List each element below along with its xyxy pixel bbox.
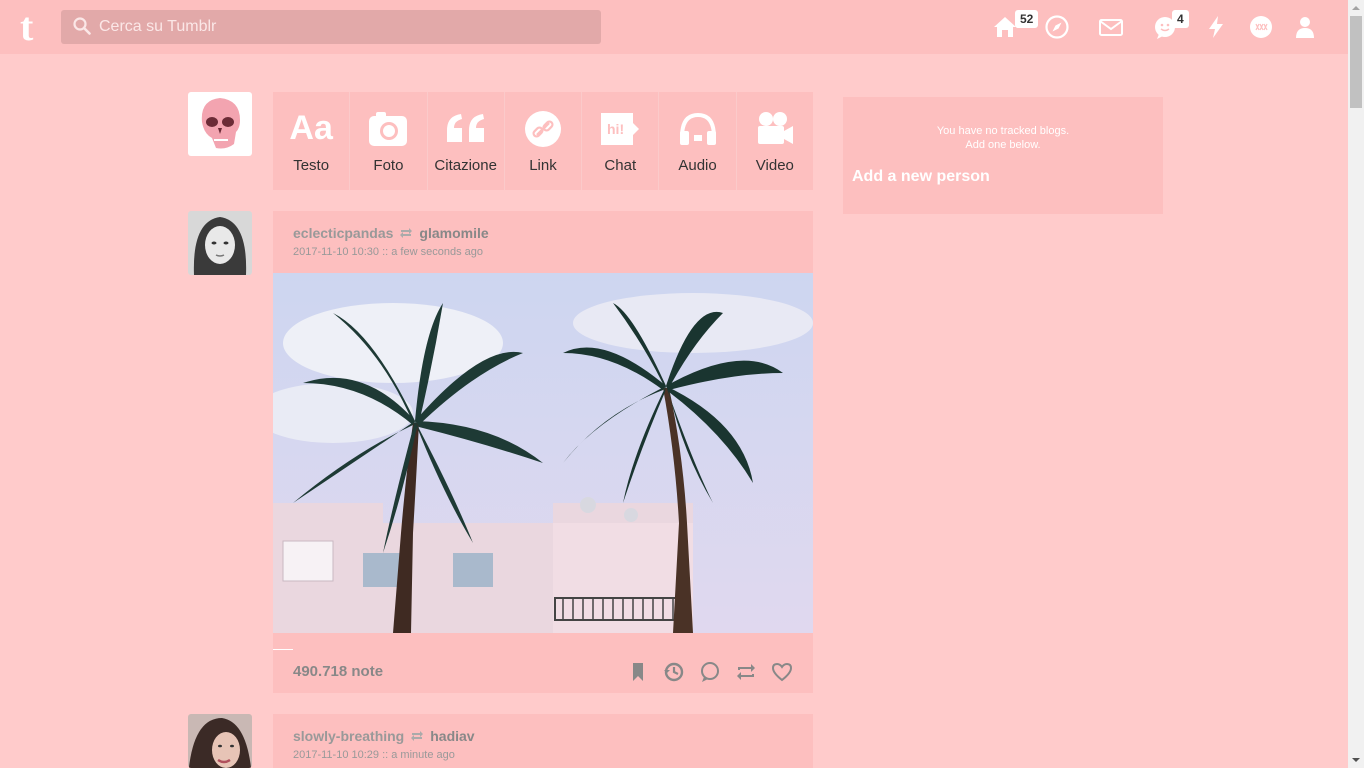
compose-link-label: Link xyxy=(529,156,557,174)
messaging-badge: 4 xyxy=(1172,10,1189,28)
compose-video-button[interactable]: Video xyxy=(737,92,813,190)
compose-text-label: Testo xyxy=(293,156,330,174)
mail-icon[interactable] xyxy=(1098,14,1124,40)
page-scrollbar[interactable] xyxy=(1348,0,1364,768)
tumblr-logo[interactable]: t xyxy=(20,7,44,47)
chat-icon: hi! xyxy=(599,109,641,149)
compass-icon[interactable] xyxy=(1044,14,1070,40)
svg-text:hi!: hi! xyxy=(607,121,624,137)
compose-link-button[interactable]: Link xyxy=(505,92,583,190)
reply-icon[interactable] xyxy=(699,661,721,683)
compose-photo-label: Foto xyxy=(373,156,404,174)
scroll-down-arrow-icon[interactable] xyxy=(1348,752,1364,768)
top-bar: t 52 4 xyxy=(0,0,1348,54)
reblog-small-icon xyxy=(400,228,413,238)
post-card: slowly-breathing hadiav 2017-11-10 10:29… xyxy=(273,714,813,768)
compose-chat-button[interactable]: hi! Chat xyxy=(582,92,660,190)
post-author-avatar[interactable] xyxy=(188,714,252,768)
reblog-small-icon xyxy=(411,731,424,741)
scrollbar-thumb[interactable] xyxy=(1350,16,1362,108)
post-timestamp: 2017-11-10 10:29 :: a minute ago xyxy=(293,749,455,761)
post-photo[interactable] xyxy=(273,273,813,633)
search-bar[interactable] xyxy=(61,10,601,44)
lightning-icon[interactable] xyxy=(1203,14,1229,40)
compose-photo-button[interactable]: Foto xyxy=(350,92,428,190)
photo-divider xyxy=(273,649,293,650)
compose-text-button[interactable]: Aa Testo xyxy=(273,92,351,190)
home-badge: 52 xyxy=(1015,10,1039,28)
post-blog-name[interactable]: eclecticpandas xyxy=(293,225,393,241)
scroll-up-arrow-icon[interactable] xyxy=(1348,0,1364,16)
add-new-person-link[interactable]: Add a new person xyxy=(852,168,1163,186)
post-composer: Aa Testo Foto Citazione Link hi! Chat Au… xyxy=(273,92,813,190)
compose-video-label: Video xyxy=(755,156,794,174)
camera-icon xyxy=(368,109,408,149)
avatar-image xyxy=(188,211,252,275)
like-heart-icon[interactable] xyxy=(771,661,793,683)
skull-avatar-image xyxy=(188,92,252,156)
post-reblog-source[interactable]: glamomile xyxy=(419,225,488,241)
compose-quote-button[interactable]: Citazione xyxy=(428,92,505,190)
compose-audio-button[interactable]: Audio xyxy=(659,92,737,190)
avatar-image xyxy=(188,714,252,768)
xkit-icon[interactable] xyxy=(1248,14,1274,40)
headphones-icon xyxy=(678,109,718,149)
post-timestamp: 2017-11-10 10:30 :: a few seconds ago xyxy=(293,246,483,258)
tracked-empty-message: You have no tracked blogs. Add one below… xyxy=(843,124,1163,152)
compose-audio-label: Audio xyxy=(678,156,717,174)
tracked-blogs-panel: You have no tracked blogs. Add one below… xyxy=(843,97,1163,214)
user-avatar[interactable] xyxy=(188,92,252,156)
tracked-message-line2: Add one below. xyxy=(965,139,1041,151)
post-reblog-source[interactable]: hadiav xyxy=(430,728,474,744)
account-icon[interactable] xyxy=(1292,14,1318,40)
reblog-icon[interactable] xyxy=(735,661,757,683)
quote-icon xyxy=(445,109,487,149)
queue-clock-icon[interactable] xyxy=(663,661,685,683)
compose-quote-label: Citazione xyxy=(434,156,497,174)
bookmark-icon[interactable] xyxy=(627,661,649,683)
search-icon xyxy=(73,17,91,35)
post-notes-count[interactable]: 490.718 note xyxy=(293,663,383,680)
search-input[interactable] xyxy=(99,10,589,44)
link-icon xyxy=(524,109,562,149)
tracked-message-line1: You have no tracked blogs. xyxy=(936,125,1070,137)
post-author-avatar[interactable] xyxy=(188,211,252,275)
compose-chat-label: Chat xyxy=(604,156,637,174)
post-blog-name[interactable]: slowly-breathing xyxy=(293,728,404,744)
video-camera-icon xyxy=(755,109,795,149)
post-card: eclecticpandas glamomile 2017-11-10 10:3… xyxy=(273,211,813,693)
text-icon: Aa xyxy=(289,109,333,147)
palm-trees-image xyxy=(273,273,813,633)
